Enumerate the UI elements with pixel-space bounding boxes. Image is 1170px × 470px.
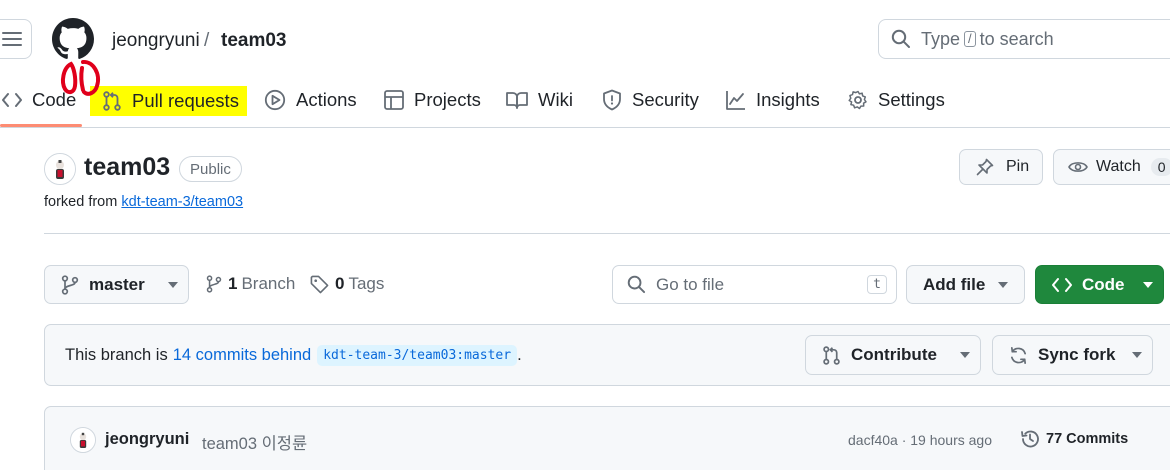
tab-label: Actions — [296, 89, 357, 110]
red-annotation-mark — [57, 56, 105, 98]
search-suffix: to search — [979, 28, 1054, 49]
sync-fork-button[interactable]: Sync fork — [992, 335, 1153, 375]
tab-security[interactable]: Security — [602, 76, 699, 124]
breadcrumb-repo[interactable]: team03 — [221, 30, 287, 52]
forked-from-link[interactable]: kdt-team-3/team03 — [121, 194, 243, 210]
search-icon — [627, 275, 646, 294]
search-input[interactable]: Type / to search — [878, 19, 1170, 59]
chevron-down-icon — [960, 352, 970, 358]
hamburger-icon — [2, 32, 22, 46]
commits-link[interactable]: 77 Commits — [1020, 429, 1128, 449]
shield-icon — [603, 89, 621, 111]
tab-actions[interactable]: Actions — [264, 76, 357, 124]
github-logo-icon[interactable] — [52, 18, 94, 60]
tag-count-label: Tags — [348, 274, 385, 293]
nav-divider — [0, 127, 1170, 128]
search-shortcut-key: / — [964, 31, 976, 47]
add-file-button[interactable]: Add file — [906, 265, 1025, 304]
go-to-file-placeholder: Go to file — [656, 274, 725, 294]
chevron-down-icon — [168, 281, 178, 288]
go-to-file-input[interactable]: Go to file t — [612, 265, 897, 304]
sync-fork-label: Sync fork — [1038, 345, 1116, 364]
branch-count-label: Branch — [241, 274, 296, 293]
code-button[interactable]: Code — [1035, 265, 1164, 304]
pin-icon — [976, 158, 994, 176]
watch-button[interactable]: Watch 0 — [1053, 149, 1170, 185]
tab-label: Security — [632, 89, 699, 110]
breadcrumb-owner[interactable]: jeongryuni — [112, 30, 200, 52]
menu-button[interactable] — [0, 19, 32, 59]
history-icon — [1021, 430, 1039, 448]
git-pull-request-icon — [103, 91, 121, 111]
status-prefix: This branch is — [65, 346, 168, 364]
repo-title[interactable]: team03 — [84, 153, 170, 182]
breadcrumb-separator: / — [204, 30, 210, 51]
branch-select-button[interactable]: master — [44, 265, 189, 304]
commit-author[interactable]: jeongryuni — [105, 430, 189, 449]
tab-wiki[interactable]: Wiki — [506, 76, 573, 124]
pin-button[interactable]: Pin — [959, 149, 1043, 185]
search-icon — [891, 29, 910, 48]
tab-label: Pull requests — [132, 90, 239, 111]
git-pull-request-icon — [823, 345, 840, 365]
commits-count-label: 77 Commits — [1046, 431, 1129, 447]
contribute-button[interactable]: Contribute — [805, 335, 981, 375]
code-button-label: Code — [1082, 274, 1125, 294]
add-file-label: Add file — [923, 274, 986, 294]
code-icon — [2, 93, 22, 107]
contribute-label: Contribute — [851, 345, 937, 364]
chevron-down-icon — [998, 281, 1008, 288]
pin-label: Pin — [1006, 158, 1030, 175]
commits-behind-link[interactable]: 14 commits behind — [173, 346, 312, 365]
commit-author-avatar[interactable] — [70, 427, 96, 453]
play-icon — [264, 89, 286, 111]
visibility-badge: Public — [179, 156, 242, 182]
search-prefix: Type — [921, 28, 961, 49]
eye-icon — [1068, 162, 1088, 172]
repo-nav: Code Pull requests Actions Projects Wiki… — [0, 76, 1170, 128]
commit-hash-time[interactable]: dacf40a · 19 hours ago — [848, 432, 992, 448]
go-to-file-shortcut: t — [867, 275, 887, 294]
tab-pull-requests[interactable]: Pull requests — [90, 86, 247, 116]
tags-link[interactable]: 0 Tags — [310, 274, 384, 294]
tab-label: Insights — [756, 89, 820, 110]
commit-message[interactable]: team03 이정륜 — [202, 430, 307, 454]
tab-projects[interactable]: Projects — [384, 76, 481, 124]
git-branch-icon — [61, 274, 79, 295]
forked-prefix: forked from — [44, 194, 118, 210]
upstream-ref[interactable]: kdt-team-3/team03:master — [317, 345, 518, 366]
chevron-down-icon — [1143, 281, 1153, 288]
repo-owner-avatar[interactable] — [44, 153, 76, 185]
branch-count-value: 1 — [228, 274, 238, 293]
tab-label: Projects — [414, 89, 481, 110]
gear-icon — [848, 90, 867, 110]
branches-link[interactable]: 1 Branch — [206, 274, 295, 294]
tab-settings[interactable]: Settings — [848, 76, 945, 124]
graph-icon — [726, 91, 745, 110]
branch-name: master — [89, 274, 145, 294]
tab-label: Wiki — [538, 89, 573, 110]
tag-count-value: 0 — [335, 274, 345, 293]
watch-label: Watch — [1096, 158, 1141, 175]
book-icon — [506, 92, 528, 109]
git-branch-icon — [206, 275, 222, 293]
title-divider — [44, 233, 1170, 234]
sync-icon — [1010, 346, 1027, 364]
forked-from-line: forked from kdt-team-3/team03 — [44, 194, 243, 210]
table-icon — [384, 90, 404, 110]
tab-insights[interactable]: Insights — [726, 76, 820, 124]
tab-label: Settings — [878, 89, 945, 110]
code-icon — [1052, 277, 1072, 292]
watch-count: 0 — [1150, 158, 1170, 176]
branch-status-text: This branch is 14 commits behind kdt-tea… — [65, 345, 522, 366]
status-suffix: . — [517, 346, 522, 364]
chevron-down-icon — [1132, 352, 1142, 358]
tag-icon — [310, 275, 329, 293]
